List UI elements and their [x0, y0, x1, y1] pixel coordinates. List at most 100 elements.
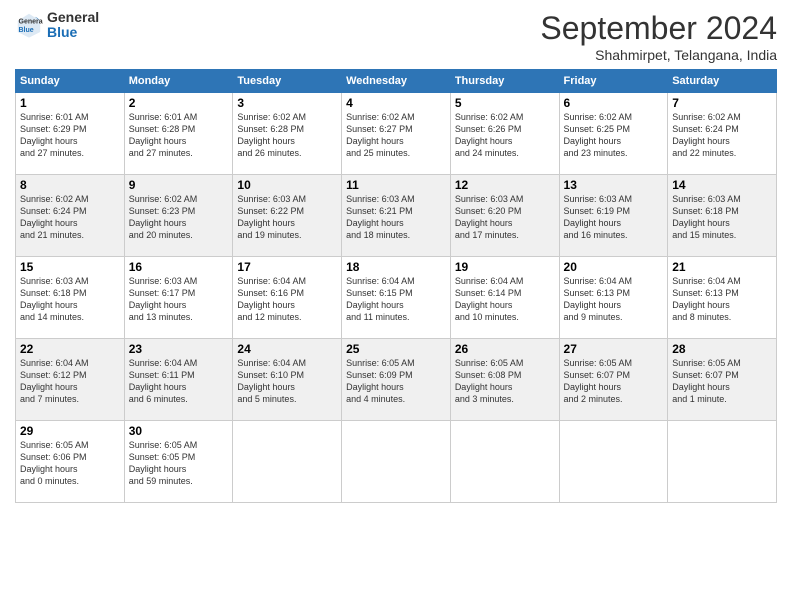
- day-info: Sunrise: 6:01 AMSunset: 6:29 PMDaylight …: [20, 111, 120, 160]
- table-row: 15Sunrise: 6:03 AMSunset: 6:18 PMDayligh…: [16, 257, 125, 339]
- svg-text:General: General: [19, 19, 44, 26]
- table-row: 14Sunrise: 6:03 AMSunset: 6:18 PMDayligh…: [668, 175, 777, 257]
- day-info: Sunrise: 6:03 AMSunset: 6:20 PMDaylight …: [455, 193, 555, 242]
- day-info: Sunrise: 6:02 AMSunset: 6:26 PMDaylight …: [455, 111, 555, 160]
- day-info: Sunrise: 6:03 AMSunset: 6:19 PMDaylight …: [564, 193, 664, 242]
- day-number: 5: [455, 96, 555, 110]
- day-number: 26: [455, 342, 555, 356]
- day-number: 14: [672, 178, 772, 192]
- week-row-4: 22Sunrise: 6:04 AMSunset: 6:12 PMDayligh…: [16, 339, 777, 421]
- table-row: 13Sunrise: 6:03 AMSunset: 6:19 PMDayligh…: [559, 175, 668, 257]
- week-row-3: 15Sunrise: 6:03 AMSunset: 6:18 PMDayligh…: [16, 257, 777, 339]
- table-row: 28Sunrise: 6:05 AMSunset: 6:07 PMDayligh…: [668, 339, 777, 421]
- day-info: Sunrise: 6:03 AMSunset: 6:18 PMDaylight …: [672, 193, 772, 242]
- table-row: 23Sunrise: 6:04 AMSunset: 6:11 PMDayligh…: [124, 339, 233, 421]
- day-info: Sunrise: 6:02 AMSunset: 6:24 PMDaylight …: [672, 111, 772, 160]
- table-row: 26Sunrise: 6:05 AMSunset: 6:08 PMDayligh…: [450, 339, 559, 421]
- table-row: [450, 421, 559, 503]
- col-wednesday: Wednesday: [342, 70, 451, 93]
- day-number: 3: [237, 96, 337, 110]
- week-row-2: 8Sunrise: 6:02 AMSunset: 6:24 PMDaylight…: [16, 175, 777, 257]
- table-row: [559, 421, 668, 503]
- day-info: Sunrise: 6:04 AMSunset: 6:16 PMDaylight …: [237, 275, 337, 324]
- col-saturday: Saturday: [668, 70, 777, 93]
- logo-general: General: [47, 10, 99, 25]
- day-number: 25: [346, 342, 446, 356]
- table-row: 20Sunrise: 6:04 AMSunset: 6:13 PMDayligh…: [559, 257, 668, 339]
- day-info: Sunrise: 6:03 AMSunset: 6:22 PMDaylight …: [237, 193, 337, 242]
- table-row: 25Sunrise: 6:05 AMSunset: 6:09 PMDayligh…: [342, 339, 451, 421]
- day-info: Sunrise: 6:04 AMSunset: 6:13 PMDaylight …: [672, 275, 772, 324]
- table-row: [342, 421, 451, 503]
- table-row: 27Sunrise: 6:05 AMSunset: 6:07 PMDayligh…: [559, 339, 668, 421]
- logo-icon: General Blue: [15, 11, 43, 39]
- day-info: Sunrise: 6:05 AMSunset: 6:08 PMDaylight …: [455, 357, 555, 406]
- table-row: 11Sunrise: 6:03 AMSunset: 6:21 PMDayligh…: [342, 175, 451, 257]
- table-row: 17Sunrise: 6:04 AMSunset: 6:16 PMDayligh…: [233, 257, 342, 339]
- day-info: Sunrise: 6:04 AMSunset: 6:13 PMDaylight …: [564, 275, 664, 324]
- week-row-5: 29Sunrise: 6:05 AMSunset: 6:06 PMDayligh…: [16, 421, 777, 503]
- day-number: 19: [455, 260, 555, 274]
- day-number: 23: [129, 342, 229, 356]
- table-row: 8Sunrise: 6:02 AMSunset: 6:24 PMDaylight…: [16, 175, 125, 257]
- table-row: 7Sunrise: 6:02 AMSunset: 6:24 PMDaylight…: [668, 93, 777, 175]
- day-info: Sunrise: 6:02 AMSunset: 6:23 PMDaylight …: [129, 193, 229, 242]
- day-number: 11: [346, 178, 446, 192]
- header: General Blue General Blue September 2024…: [15, 10, 777, 63]
- day-number: 27: [564, 342, 664, 356]
- day-number: 18: [346, 260, 446, 274]
- subtitle: Shahmirpet, Telangana, India: [540, 47, 777, 63]
- title-section: September 2024 Shahmirpet, Telangana, In…: [540, 10, 777, 63]
- day-number: 15: [20, 260, 120, 274]
- day-info: Sunrise: 6:04 AMSunset: 6:12 PMDaylight …: [20, 357, 120, 406]
- svg-text:Blue: Blue: [19, 27, 34, 34]
- day-info: Sunrise: 6:02 AMSunset: 6:24 PMDaylight …: [20, 193, 120, 242]
- day-number: 17: [237, 260, 337, 274]
- col-thursday: Thursday: [450, 70, 559, 93]
- day-info: Sunrise: 6:04 AMSunset: 6:14 PMDaylight …: [455, 275, 555, 324]
- day-number: 16: [129, 260, 229, 274]
- table-row: 19Sunrise: 6:04 AMSunset: 6:14 PMDayligh…: [450, 257, 559, 339]
- logo-blue: Blue: [47, 25, 99, 40]
- day-number: 28: [672, 342, 772, 356]
- table-row: 21Sunrise: 6:04 AMSunset: 6:13 PMDayligh…: [668, 257, 777, 339]
- day-info: Sunrise: 6:03 AMSunset: 6:18 PMDaylight …: [20, 275, 120, 324]
- table-row: 3Sunrise: 6:02 AMSunset: 6:28 PMDaylight…: [233, 93, 342, 175]
- logo: General Blue General Blue: [15, 10, 99, 41]
- day-info: Sunrise: 6:05 AMSunset: 6:07 PMDaylight …: [564, 357, 664, 406]
- table-row: 29Sunrise: 6:05 AMSunset: 6:06 PMDayligh…: [16, 421, 125, 503]
- calendar-table: Sunday Monday Tuesday Wednesday Thursday…: [15, 69, 777, 503]
- page: General Blue General Blue September 2024…: [0, 0, 792, 612]
- day-number: 10: [237, 178, 337, 192]
- day-number: 4: [346, 96, 446, 110]
- day-number: 22: [20, 342, 120, 356]
- day-number: 30: [129, 424, 229, 438]
- day-info: Sunrise: 6:05 AMSunset: 6:06 PMDaylight …: [20, 439, 120, 488]
- day-number: 8: [20, 178, 120, 192]
- table-row: 18Sunrise: 6:04 AMSunset: 6:15 PMDayligh…: [342, 257, 451, 339]
- day-info: Sunrise: 6:01 AMSunset: 6:28 PMDaylight …: [129, 111, 229, 160]
- day-number: 12: [455, 178, 555, 192]
- table-row: 4Sunrise: 6:02 AMSunset: 6:27 PMDaylight…: [342, 93, 451, 175]
- day-number: 20: [564, 260, 664, 274]
- col-sunday: Sunday: [16, 70, 125, 93]
- col-tuesday: Tuesday: [233, 70, 342, 93]
- day-info: Sunrise: 6:03 AMSunset: 6:21 PMDaylight …: [346, 193, 446, 242]
- col-monday: Monday: [124, 70, 233, 93]
- table-row: 22Sunrise: 6:04 AMSunset: 6:12 PMDayligh…: [16, 339, 125, 421]
- table-row: 1Sunrise: 6:01 AMSunset: 6:29 PMDaylight…: [16, 93, 125, 175]
- header-row: Sunday Monday Tuesday Wednesday Thursday…: [16, 70, 777, 93]
- day-number: 2: [129, 96, 229, 110]
- table-row: 12Sunrise: 6:03 AMSunset: 6:20 PMDayligh…: [450, 175, 559, 257]
- day-number: 21: [672, 260, 772, 274]
- table-row: 6Sunrise: 6:02 AMSunset: 6:25 PMDaylight…: [559, 93, 668, 175]
- day-number: 13: [564, 178, 664, 192]
- day-info: Sunrise: 6:02 AMSunset: 6:28 PMDaylight …: [237, 111, 337, 160]
- col-friday: Friday: [559, 70, 668, 93]
- table-row: 10Sunrise: 6:03 AMSunset: 6:22 PMDayligh…: [233, 175, 342, 257]
- day-number: 29: [20, 424, 120, 438]
- day-number: 6: [564, 96, 664, 110]
- day-info: Sunrise: 6:02 AMSunset: 6:25 PMDaylight …: [564, 111, 664, 160]
- day-info: Sunrise: 6:04 AMSunset: 6:10 PMDaylight …: [237, 357, 337, 406]
- table-row: 9Sunrise: 6:02 AMSunset: 6:23 PMDaylight…: [124, 175, 233, 257]
